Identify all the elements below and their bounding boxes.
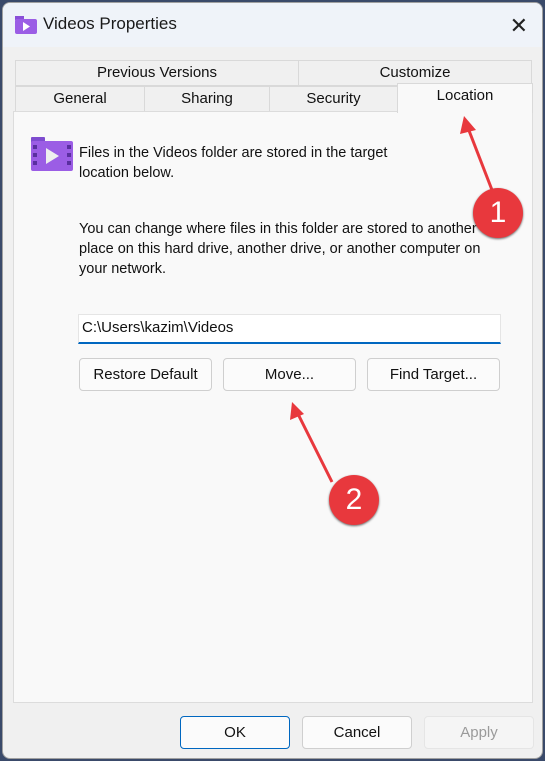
find-target-button[interactable]: Find Target... <box>367 358 500 391</box>
tab-sharing[interactable]: Sharing <box>144 86 270 112</box>
path-input[interactable]: C:\Users\kazim\Videos <box>78 314 501 344</box>
tab-location[interactable]: Location <box>397 83 533 113</box>
apply-button: Apply <box>424 716 534 749</box>
ok-button[interactable]: OK <box>180 716 290 749</box>
tab-general[interactable]: General <box>15 86 145 112</box>
restore-default-button[interactable]: Restore Default <box>79 358 212 391</box>
properties-dialog: Videos Properties ✕ Previous Versions Cu… <box>2 2 543 759</box>
videos-folder-icon <box>15 16 37 34</box>
location-info-text: Files in the Videos folder are stored in… <box>79 145 388 181</box>
window-title: Videos Properties <box>43 14 177 33</box>
move-button[interactable]: Move... <box>223 358 356 391</box>
annotation-badge-1: 1 <box>473 188 523 238</box>
location-description: You can change where files in this folde… <box>79 221 481 277</box>
videos-folder-icon <box>31 137 73 171</box>
close-icon[interactable]: ✕ <box>510 13 528 39</box>
location-panel <box>13 111 533 703</box>
tab-security[interactable]: Security <box>269 86 398 112</box>
tab-previous-versions[interactable]: Previous Versions <box>15 60 299 86</box>
annotation-badge-2: 2 <box>329 475 379 525</box>
cancel-button[interactable]: Cancel <box>302 716 412 749</box>
title-bar: Videos Properties ✕ <box>3 3 542 47</box>
